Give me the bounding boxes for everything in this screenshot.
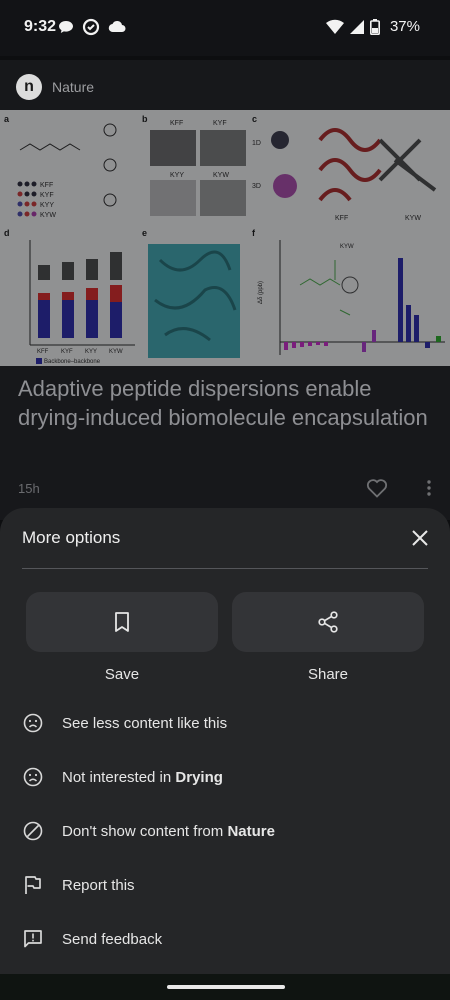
figure-panel-label: a xyxy=(4,114,10,124)
article-meta-row: 15h xyxy=(18,478,432,498)
heart-icon[interactable] xyxy=(366,478,388,498)
svg-text:KYW: KYW xyxy=(109,349,123,355)
svg-text:b: b xyxy=(142,114,148,124)
menu-item-see-less[interactable]: See less content like this xyxy=(0,696,450,750)
menu-item-report[interactable]: Report this xyxy=(0,858,450,912)
svg-text:KYF: KYF xyxy=(213,120,227,127)
save-label: Save xyxy=(104,666,140,683)
wifi-icon xyxy=(325,19,344,34)
signal-icon xyxy=(349,19,364,34)
svg-text:KYW: KYW xyxy=(405,215,421,222)
article-figure[interactable]: a KFF KYF KYY KYW b KFF KYF KYY KYW c 1D… xyxy=(0,110,450,366)
cloud-icon xyxy=(108,20,126,33)
menu-item-not-interested[interactable]: Not interested in Drying xyxy=(0,750,450,804)
svg-text:Backbone–backbone: Backbone–backbone xyxy=(44,359,101,365)
data-saver-icon xyxy=(82,18,100,36)
sheet-header: More options xyxy=(22,528,432,550)
svg-text:f: f xyxy=(252,228,256,238)
svg-text:KYW: KYW xyxy=(340,244,354,250)
menu-item-label: Don't show content from Nature xyxy=(62,822,275,840)
figure-legend-kyw: KYW xyxy=(40,212,56,219)
figure-legend-kff: KFF xyxy=(40,182,53,189)
menu-item-label: Send feedback xyxy=(62,930,163,948)
block-icon xyxy=(22,820,44,842)
svg-text:3D: 3D xyxy=(252,183,261,190)
svg-text:KYY: KYY xyxy=(170,172,184,179)
menu-item-feedback[interactable]: Send feedback xyxy=(0,912,450,966)
status-notification-icons xyxy=(58,18,126,36)
chat-bubble-icon xyxy=(59,21,73,33)
overflow-menu-icon[interactable] xyxy=(426,480,432,496)
menu-item-label: Report this xyxy=(62,876,135,894)
close-icon xyxy=(412,530,428,546)
feedback-icon xyxy=(22,928,44,950)
svg-text:KYY: KYY xyxy=(85,349,97,355)
bookmark-icon xyxy=(115,612,129,632)
share-label: Share xyxy=(307,666,349,683)
navigation-bar xyxy=(0,974,450,1000)
menu-item-label: See less content like this xyxy=(62,714,228,732)
svg-text:d: d xyxy=(4,228,10,238)
source-name: Nature xyxy=(52,79,95,95)
svg-text:Δδ (ppb): Δδ (ppb) xyxy=(258,281,264,304)
share-icon xyxy=(318,611,338,633)
svg-text:1D: 1D xyxy=(252,140,261,147)
svg-text:KFF: KFF xyxy=(170,120,183,127)
source-row: n Nature xyxy=(16,74,94,100)
options-menu: See less content like this Not intereste… xyxy=(0,696,450,966)
article-actions xyxy=(366,478,432,498)
menu-item-label: Not interested in Drying xyxy=(62,768,223,786)
svg-text:KFF: KFF xyxy=(37,349,49,355)
battery-percent: 37% xyxy=(389,18,420,35)
home-gesture-handle[interactable] xyxy=(167,985,285,989)
battery-icon xyxy=(369,18,380,35)
menu-item-block-source[interactable]: Don't show content from Nature xyxy=(0,804,450,858)
flag-icon xyxy=(22,874,44,896)
status-bar: 9:32 37% xyxy=(0,0,450,56)
sheet-divider xyxy=(22,568,428,569)
svg-text:KYF: KYF xyxy=(61,349,73,355)
svg-text:e: e xyxy=(142,228,147,238)
sad-face-icon xyxy=(22,712,44,734)
share-button[interactable] xyxy=(232,592,424,652)
save-button[interactable] xyxy=(26,592,218,652)
article-time: 15h xyxy=(18,480,40,496)
sheet-title: More options xyxy=(22,528,121,547)
share-action: Share xyxy=(232,592,424,683)
primary-actions: Save Share xyxy=(26,592,424,683)
status-time: 9:32 xyxy=(24,18,57,35)
status-system-icons: 37% xyxy=(325,18,420,35)
save-action: Save xyxy=(26,592,218,683)
svg-text:c: c xyxy=(252,114,257,124)
source-logo: n xyxy=(16,74,42,100)
more-options-sheet: More options Save Share See less content… xyxy=(0,508,450,974)
svg-text:KFF: KFF xyxy=(335,215,348,222)
figure-legend-kyf: KYF xyxy=(40,192,54,199)
figure-graphic: a KFF KYF KYY KYW b KFF KYF KYY KYW c 1D… xyxy=(4,114,445,365)
sad-face-icon xyxy=(22,766,44,788)
svg-text:KYW: KYW xyxy=(213,172,229,179)
close-button[interactable] xyxy=(408,526,432,550)
article-title[interactable]: Adaptive peptide dispersions enable dryi… xyxy=(18,374,428,432)
figure-legend-kyy: KYY xyxy=(40,202,54,209)
article-card[interactable]: n Nature a KFF KYF KYY KYW b KFF KYF KYY… xyxy=(0,60,450,520)
